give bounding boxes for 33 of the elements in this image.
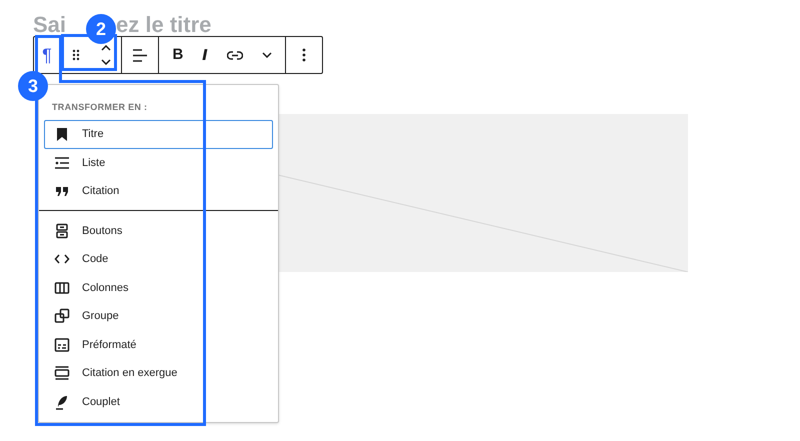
columns-icon [54, 280, 70, 296]
bold-button[interactable]: B [172, 44, 184, 66]
menu-item[interactable]: Liste [44, 148, 273, 177]
menu-item[interactable]: Groupe [44, 302, 273, 330]
menu-item[interactable]: Couplet [44, 388, 273, 416]
drag-handle-icon[interactable] [72, 49, 80, 61]
menu-item[interactable]: Colonnes [44, 274, 273, 302]
list-icon [54, 154, 70, 171]
link-icon[interactable] [226, 50, 243, 60]
menu-item[interactable]: Citation en exergue [44, 359, 273, 388]
post-title: ez le titre [116, 14, 212, 36]
pullquote-icon [54, 365, 70, 382]
menu-item[interactable]: Citation [44, 177, 273, 206]
preformatted-icon [54, 336, 70, 353]
menu-item[interactable]: Code [44, 245, 273, 274]
step-badge: 2 [86, 14, 116, 44]
more-options-icon[interactable] [302, 48, 306, 62]
bookmark-icon [54, 126, 70, 142]
italic-button[interactable]: I [202, 44, 208, 66]
feather-icon [54, 394, 70, 410]
chevron-down-icon[interactable] [262, 52, 272, 58]
paragraph-button[interactable]: ¶ [42, 46, 52, 64]
move-up-icon[interactable] [100, 45, 110, 51]
menu-heading: TRANSFORMER EN : [52, 102, 148, 112]
buttons-icon [54, 222, 70, 239]
menu-item[interactable]: Titre [44, 120, 273, 148]
step-badge: 3 [18, 71, 48, 101]
menu-item[interactable]: Préformaté [44, 330, 273, 359]
menu-item[interactable]: Boutons [44, 216, 273, 245]
post-title: Sai [33, 14, 66, 36]
move-down-icon[interactable] [100, 59, 110, 65]
group-icon [54, 308, 70, 324]
align-icon[interactable] [133, 48, 147, 62]
